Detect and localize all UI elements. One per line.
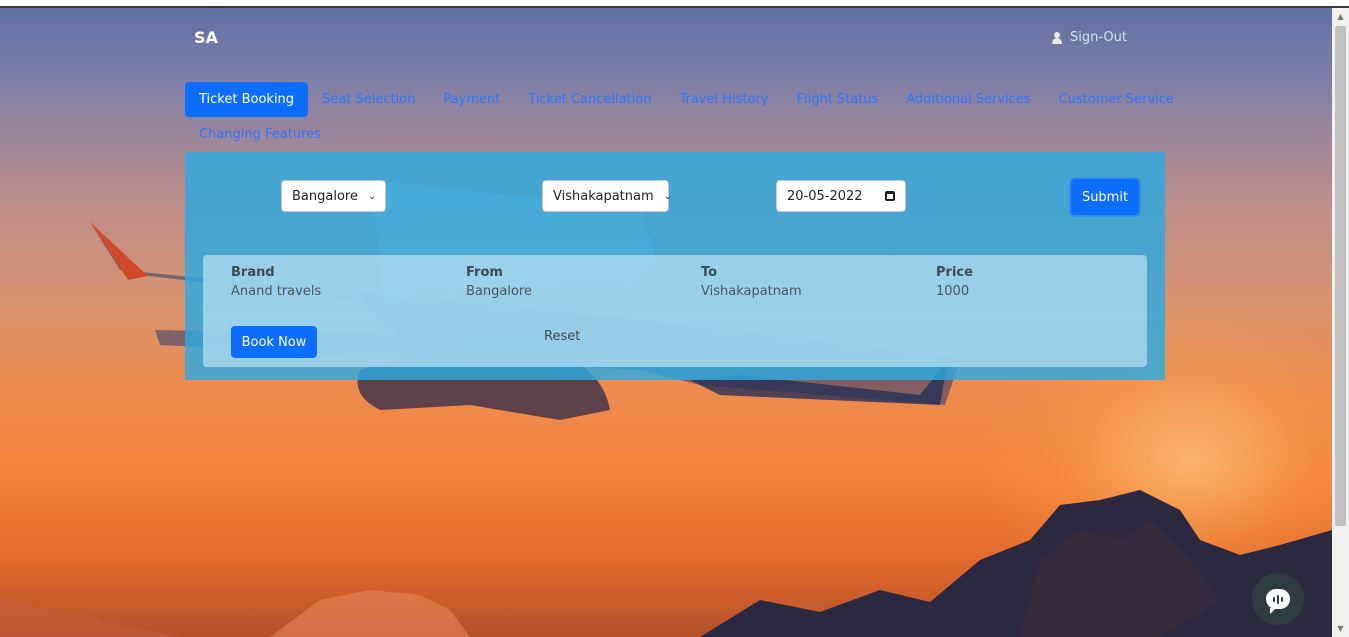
tab-ticket-cancellation[interactable]: Ticket Cancellation [514, 82, 665, 117]
col-from: From Bangalore [466, 265, 532, 299]
nav-row: Changing Features [185, 117, 1145, 152]
book-now-button[interactable]: Book Now [231, 326, 317, 358]
cell-from: Bangalore [466, 284, 532, 299]
chevron-down-icon: ⌄ [663, 190, 673, 202]
sign-out-link[interactable]: Sign-Out [1052, 30, 1127, 45]
to-select[interactable]: Vishakapatnam ⌄ [542, 180, 673, 212]
col-header-from: From [466, 265, 503, 280]
col-header-price: Price [936, 265, 973, 280]
scroll-thumb[interactable] [1335, 26, 1346, 526]
brand-logo[interactable]: SA [194, 28, 218, 47]
reset-button[interactable]: Reset [544, 329, 580, 344]
scroll-up-icon[interactable]: ▲ [1332, 8, 1349, 25]
col-price: Price 1000 [936, 265, 973, 299]
page: SA Sign-Out Ticket Booking Seat Selectio… [0, 0, 1349, 637]
nav-row: Ticket Booking Seat Selection Payment Ti… [185, 82, 1174, 117]
col-to: To Vishakapatnam [701, 265, 802, 299]
from-select[interactable]: Bangalore ⌄ [281, 180, 386, 212]
booking-panel: Bangalore ⌄ Vishakapatnam ⌄ 20-05-2022 S… [185, 152, 1165, 380]
result-card: Brand Anand travels From Bangalore To Vi… [203, 255, 1147, 367]
calendar-icon[interactable] [885, 191, 895, 201]
to-select-value: Vishakapatnam [553, 188, 654, 204]
col-brand: Brand Anand travels [231, 265, 321, 299]
col-header-brand: Brand [231, 265, 275, 280]
chat-button[interactable] [1252, 573, 1304, 625]
user-icon [1052, 31, 1062, 44]
tab-travel-history[interactable]: Travel History [665, 82, 782, 117]
main-nav: Ticket Booking Seat Selection Payment Ti… [185, 82, 1174, 152]
chevron-down-icon: ⌄ [367, 190, 377, 202]
cell-brand: Anand travels [231, 284, 322, 299]
cell-price: 1000 [936, 284, 970, 299]
col-header-to: To [701, 265, 718, 280]
chat-icon [1266, 589, 1290, 614]
date-input-value: 20-05-2022 [787, 188, 863, 204]
date-input[interactable]: 20-05-2022 [776, 180, 906, 212]
tab-additional-services[interactable]: Additional Services [892, 82, 1044, 117]
scroll-down-icon[interactable]: ▼ [1332, 620, 1349, 637]
cell-to: Vishakapatnam [701, 284, 802, 299]
sign-out-label: Sign-Out [1070, 30, 1127, 45]
scrollbar[interactable]: ▲ ▼ [1332, 8, 1349, 637]
tab-flight-status[interactable]: Flight Status [783, 82, 893, 117]
tab-seat-selection[interactable]: Seat Selection [308, 82, 429, 117]
submit-button[interactable]: Submit [1071, 179, 1139, 215]
tab-ticket-booking[interactable]: Ticket Booking [185, 82, 309, 117]
tab-customer-service[interactable]: Customer Service [1045, 82, 1188, 117]
from-select-value: Bangalore [292, 188, 358, 204]
tab-payment[interactable]: Payment [429, 82, 514, 117]
tab-changing-features[interactable]: Changing Features [185, 124, 335, 146]
